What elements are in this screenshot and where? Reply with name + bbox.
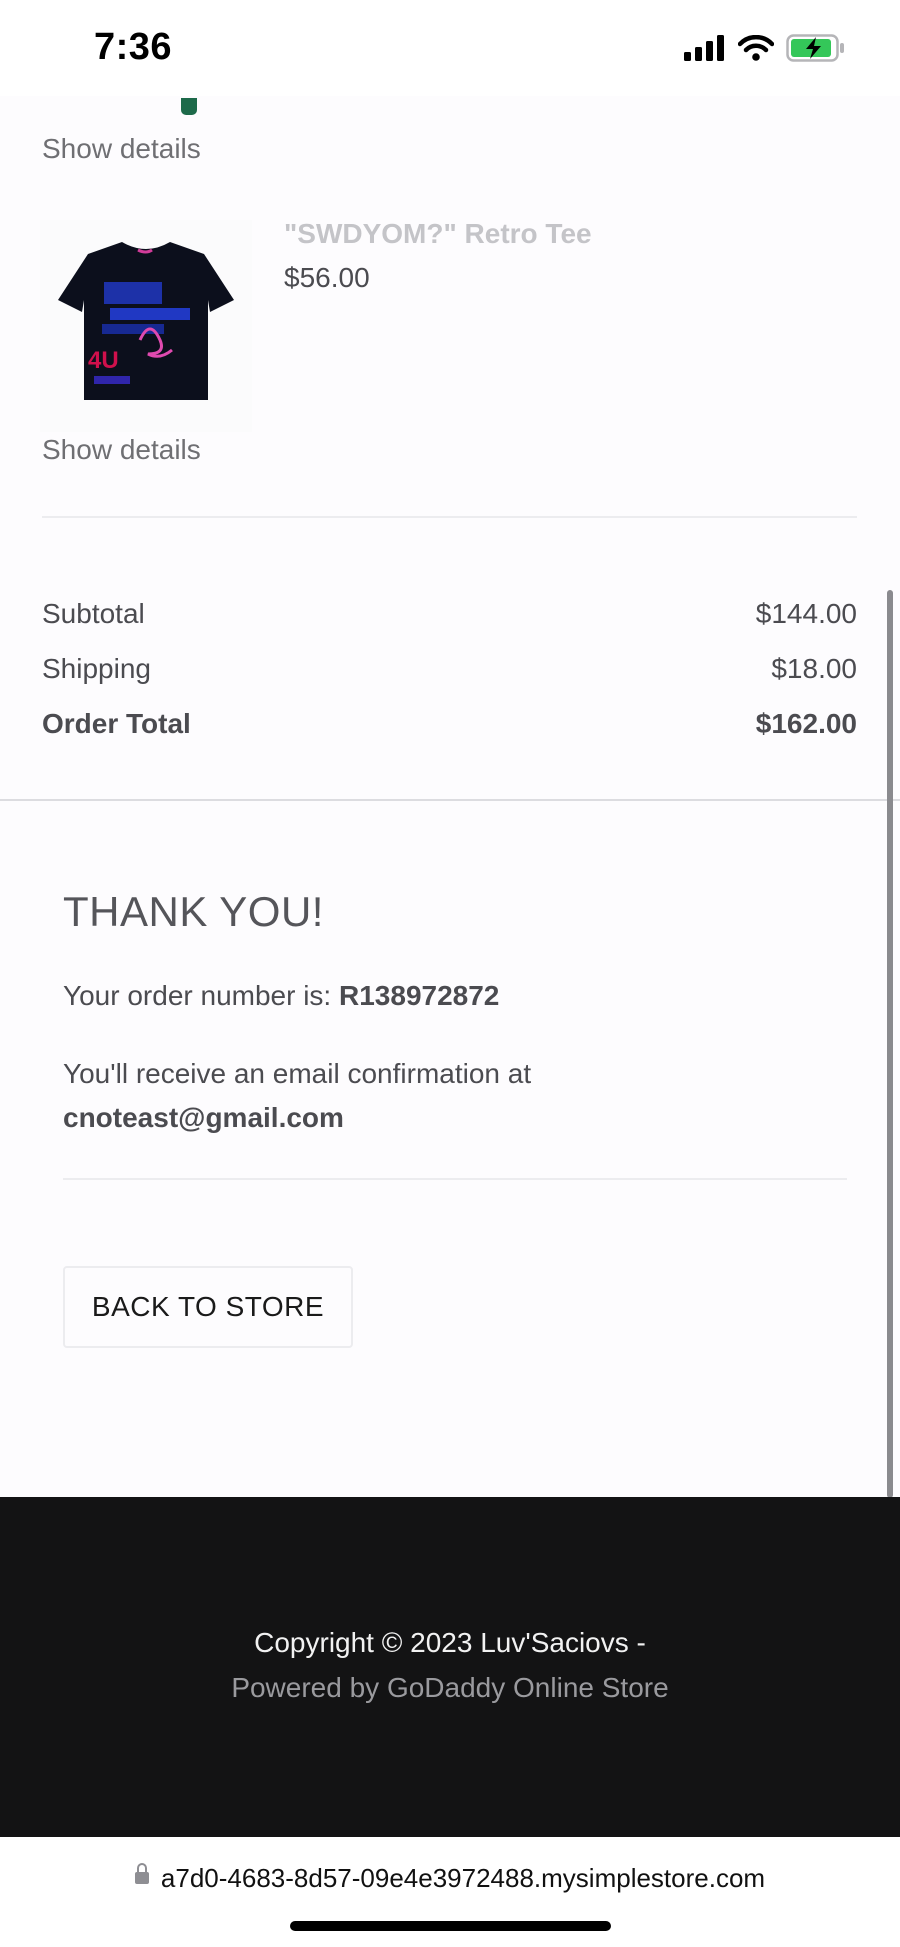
tshirt-image: 4U — [58, 242, 234, 400]
battery-charging-icon — [786, 34, 844, 62]
browser-url-bar[interactable]: a7d0-4683-8d57-09e4e3972488.mysimplestor… — [0, 1837, 900, 1947]
subtotal-row: Subtotal $144.00 — [42, 598, 857, 638]
svg-text:4U: 4U — [88, 347, 119, 374]
order-number-line: Your order number is: R138972872 — [63, 980, 499, 1012]
shipping-label: Shipping — [42, 653, 151, 684]
email-confirmation-text: You'll receive an email confirmation at — [63, 1058, 532, 1089]
items-divider — [42, 516, 857, 518]
shipping-row: Shipping $18.00 — [42, 653, 857, 693]
cellular-signal-icon — [684, 35, 724, 61]
product-price: $56.00 — [284, 262, 370, 293]
order-total-row: Order Total $162.00 — [42, 708, 857, 748]
back-to-store-button[interactable]: BACK TO STORE — [63, 1266, 353, 1348]
order-total-value: $162.00 — [755, 708, 857, 739]
url-display[interactable]: a7d0-4683-8d57-09e4e3972488.mysimplestor… — [0, 1863, 900, 1894]
thank-you-heading: THANK YOU! — [63, 888, 324, 935]
lock-icon — [134, 1863, 149, 1885]
email-confirmation-line: You'll receive an email confirmation at … — [63, 1052, 531, 1140]
footer-powered-by[interactable]: Powered by GoDaddy Online Store — [0, 1672, 900, 1704]
order-total-label: Order Total — [42, 708, 191, 739]
product-thumbnail-partial — [181, 98, 197, 115]
status-icons — [684, 34, 846, 62]
section-divider — [0, 799, 900, 801]
status-time: 7:36 — [94, 26, 173, 68]
subtotal-value: $144.00 — [755, 598, 857, 629]
show-details-link[interactable]: Show details — [42, 434, 201, 466]
page-scrollbar[interactable] — [887, 590, 893, 1498]
order-number: R138972872 — [339, 980, 500, 1011]
wifi-icon — [738, 35, 774, 61]
footer-copyright: Copyright © 2023 Luv'Saciovs - — [254, 1627, 646, 1658]
confirmation-divider — [63, 1178, 847, 1180]
status-bar: 7:36 — [0, 0, 900, 96]
footer: Copyright © 2023 Luv'Saciovs - Powered b… — [0, 1497, 900, 1837]
shipping-value: $18.00 — [771, 653, 857, 684]
order-number-prefix: Your order number is: — [63, 980, 339, 1011]
confirmation-email: cnoteast@gmail.com — [63, 1102, 344, 1133]
product-thumbnail: 4U — [40, 220, 252, 432]
url-text: a7d0-4683-8d57-09e4e3972488.mysimplestor… — [160, 1863, 766, 1893]
home-indicator[interactable] — [290, 1921, 611, 1931]
product-name[interactable]: "SWDYOM?" Retro Tee — [284, 218, 592, 250]
show-details-link[interactable]: Show details — [42, 133, 201, 165]
subtotal-label: Subtotal — [42, 598, 145, 629]
